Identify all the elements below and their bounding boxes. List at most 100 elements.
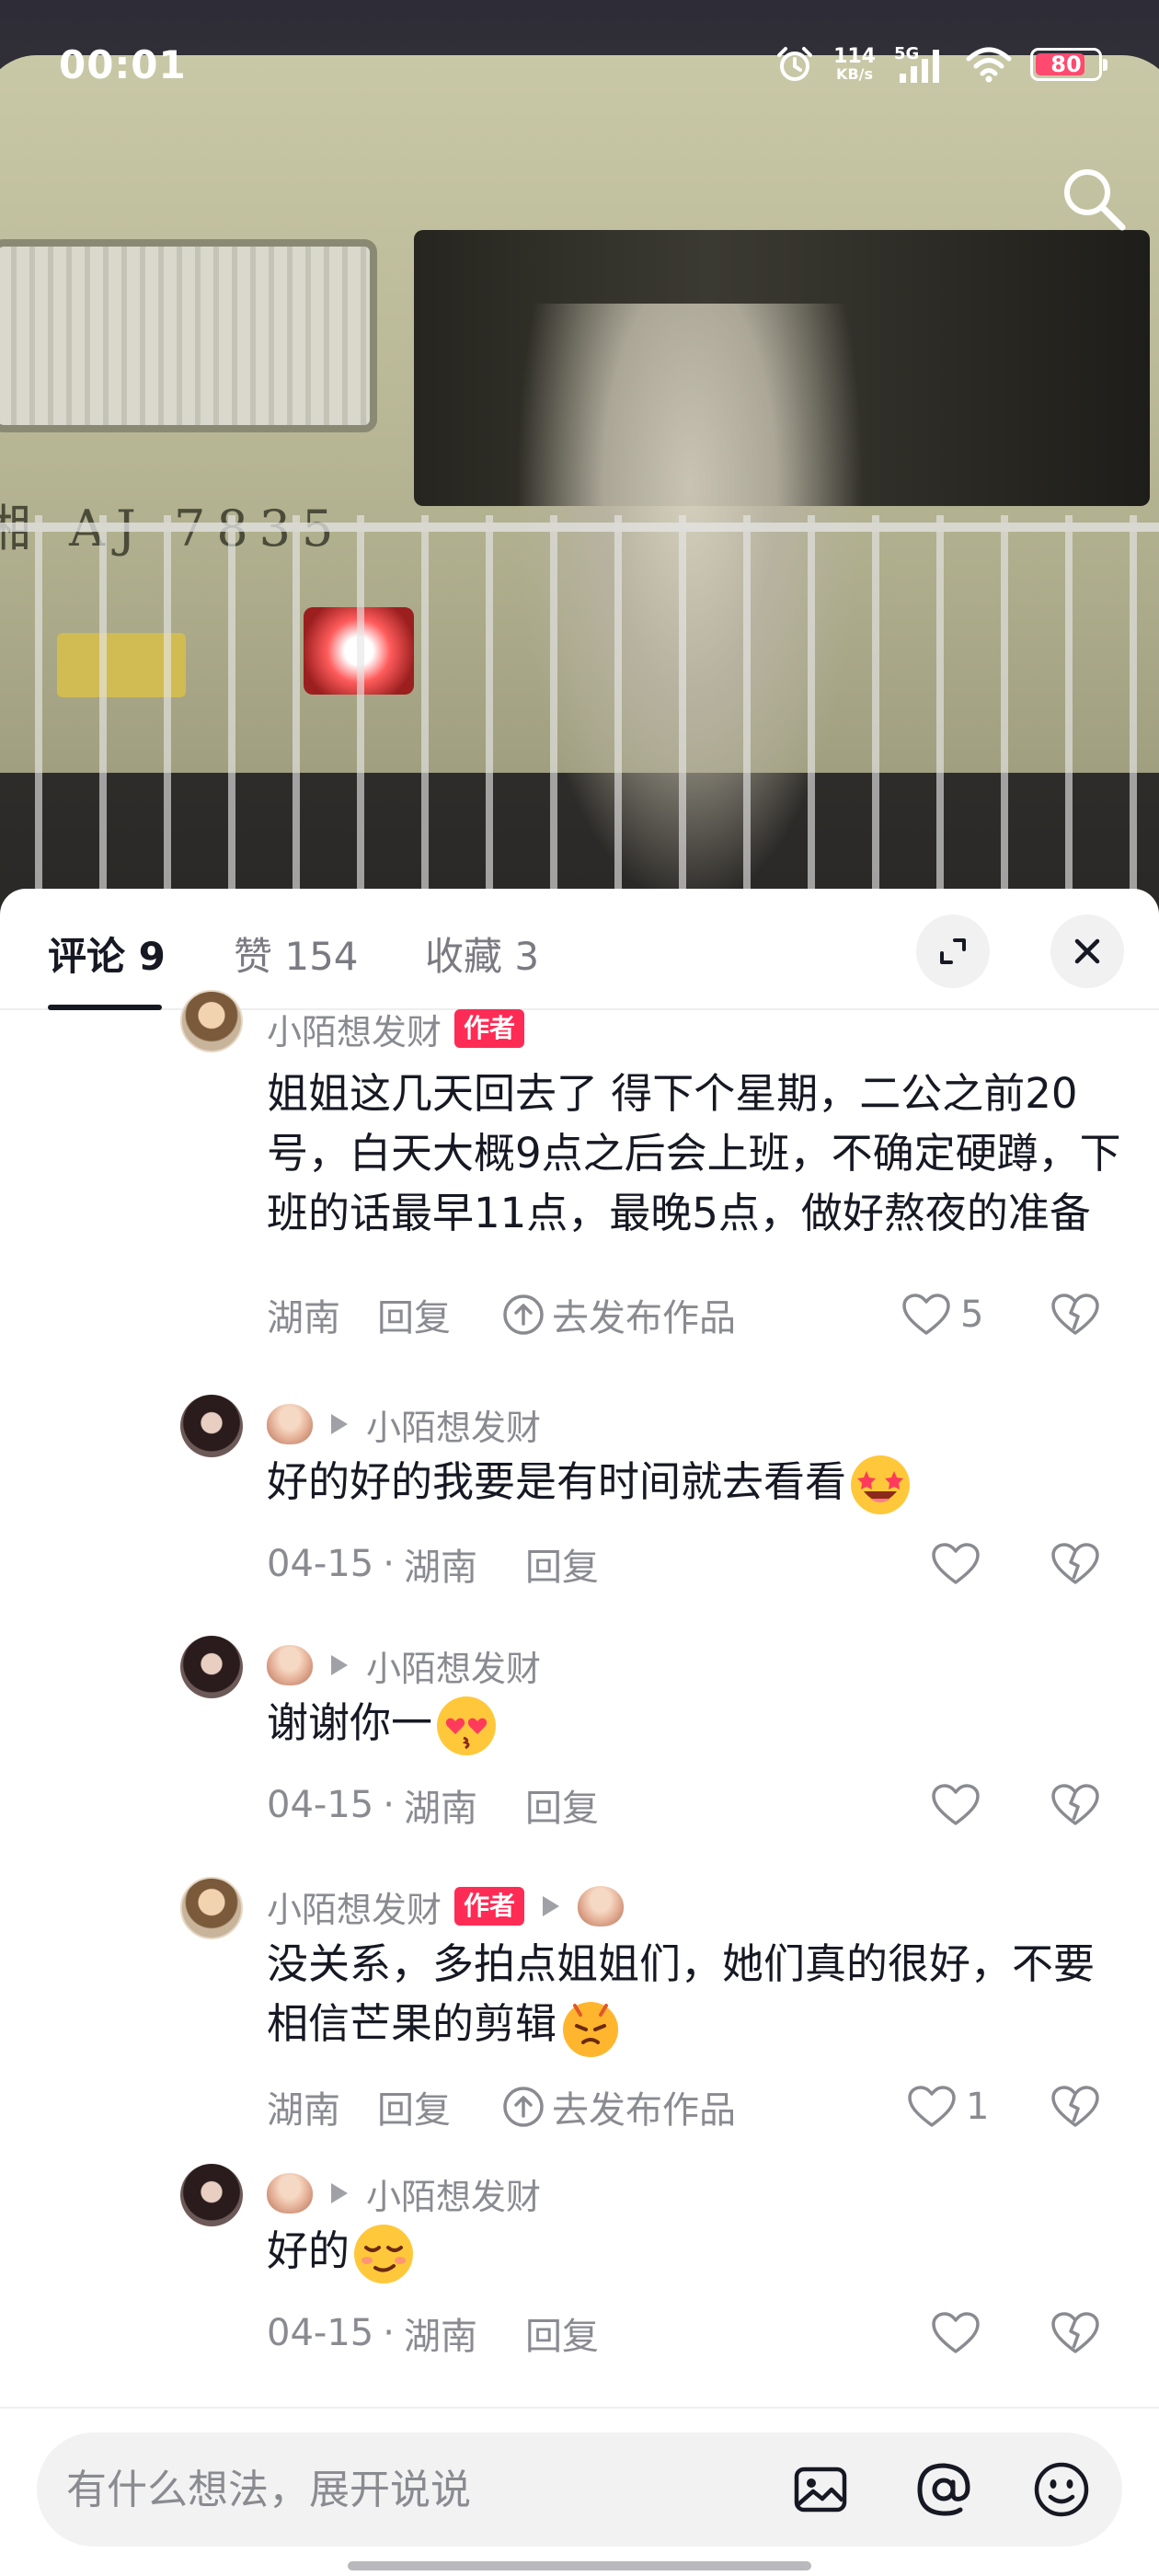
user-avatar-mini[interactable] (267, 1645, 313, 1685)
search-icon[interactable] (1056, 161, 1130, 235)
video-fence (0, 515, 1159, 920)
pouting-emoji (563, 2002, 619, 2057)
status-bar: 00:01 114 KB/s 5G 80 (0, 0, 1159, 129)
reply-button[interactable]: 回复 (525, 1778, 599, 1832)
comment-header: 小陌想发财 (267, 1639, 541, 1691)
close-icon (1074, 938, 1100, 964)
dislike-button[interactable] (1050, 1287, 1100, 1342)
comment-location: 湖南 (403, 1788, 477, 1830)
reply-arrow-icon (331, 1414, 348, 1434)
meta-separator: · (383, 2312, 395, 2354)
emoji-icon[interactable] (1032, 2460, 1091, 2519)
reply-arrow-icon (543, 1896, 560, 1916)
like-count: 5 (960, 1294, 984, 1336)
reply-to-name[interactable]: 小陌想发财 (366, 2168, 541, 2219)
comment-input[interactable] (66, 2432, 784, 2547)
comment-text: 姐姐这几天回去了 得下个星期，二公之前20号，白天大概9点之后会上班，不确定硬蹲… (267, 1069, 1121, 1237)
comment-meta: 04-15 · 湖南 回复 (267, 1536, 599, 1592)
comment-header: 小陌想发财 作者 (267, 1880, 625, 1932)
avatar[interactable] (180, 1395, 243, 1457)
user-avatar-mini[interactable] (267, 1404, 313, 1444)
wifi-icon (966, 47, 1012, 83)
publish-work-label: 去发布作品 (552, 2089, 736, 2132)
comment-header: 小陌想发财 (267, 2168, 541, 2219)
reply-arrow-icon (331, 2183, 348, 2203)
heart-icon (932, 1784, 980, 1825)
tab-favorites[interactable]: 收藏 3 (425, 926, 539, 982)
like-button[interactable]: 5 (901, 1287, 983, 1342)
tab-comments[interactable]: 评论 9 (48, 926, 166, 982)
publish-work-button[interactable]: 去发布作品 (502, 2080, 736, 2133)
heart-icon (932, 1543, 980, 1584)
expand-button[interactable] (916, 914, 990, 988)
comment-author-name[interactable]: 小陌想发财 (267, 1004, 442, 1054)
smirk-emoji (354, 2225, 414, 2283)
comment-location: 湖南 (267, 1297, 340, 1340)
heart-icon (902, 1294, 950, 1335)
battery-level: 80 (1050, 52, 1082, 77)
avatar[interactable] (180, 1636, 243, 1698)
comment-text: 好的 (267, 2221, 1122, 2286)
comment-text: 好的好的我要是有时间就去看看 (267, 1452, 1122, 1517)
comment-meta: 湖南 回复 去发布作品 (267, 1287, 736, 1342)
comment-meta: 04-15 · 湖南 回复 (267, 1777, 599, 1833)
like-button[interactable] (931, 2306, 981, 2361)
mention-icon[interactable] (914, 2460, 973, 2519)
network-speed-value: 114 (833, 45, 876, 68)
like-button[interactable] (931, 1777, 981, 1833)
dislike-button[interactable] (1050, 2306, 1100, 2361)
meta-separator: · (383, 1543, 395, 1585)
publish-work-button[interactable]: 去发布作品 (502, 1288, 736, 1341)
like-button[interactable]: 1 (907, 2079, 989, 2134)
reply-button[interactable]: 回复 (377, 1288, 451, 1341)
author-badge: 作者 (454, 1009, 525, 1048)
reply-to-name[interactable]: 小陌想发财 (366, 1399, 541, 1450)
dislike-button[interactable] (1050, 1777, 1100, 1833)
status-time: 00:01 (59, 41, 187, 87)
avatar[interactable] (180, 990, 243, 1052)
alarm-icon (777, 47, 813, 81)
like-count: 1 (966, 2086, 990, 2128)
comment-date: 04-15 (267, 2312, 374, 2354)
close-button[interactable] (1050, 914, 1124, 988)
video-player[interactable]: 湘 AJ 7835 00:01 114 KB/s 5G (0, 0, 1159, 920)
comment-text-content: 谢谢你一 (267, 1698, 433, 1747)
dislike-button[interactable] (1050, 1536, 1100, 1592)
reply-button[interactable]: 回复 (525, 2306, 599, 2360)
cellular-signal-icon: 5G (894, 44, 947, 85)
comment-meta: 04-15 · 湖南 回复 (267, 2306, 599, 2361)
comment-text-content: 好的好的我要是有时间就去看看 (267, 1457, 847, 1506)
author-badge: 作者 (454, 1887, 525, 1926)
comment-location: 湖南 (403, 2316, 477, 2358)
avatar[interactable] (180, 2164, 243, 2226)
comment-input-container (37, 2432, 1122, 2547)
home-indicator[interactable] (348, 2561, 811, 2570)
tab-likes[interactable]: 赞 154 (234, 926, 359, 982)
image-icon[interactable] (791, 2460, 850, 2519)
comment-text-content: 好的 (267, 2226, 350, 2275)
broken-heart-icon (1051, 1784, 1099, 1825)
reply-button[interactable]: 回复 (377, 2080, 451, 2133)
bus-window (0, 239, 377, 432)
broken-heart-icon (1051, 1294, 1099, 1335)
comment-sheet: 评论 9 赞 154 收藏 3 小陌想发财 作者 姐姐这几天回去了 得下个星期，… (0, 889, 1159, 2576)
user-avatar-mini[interactable] (267, 2173, 313, 2214)
upload-icon (503, 1294, 544, 1335)
expand-icon (940, 938, 966, 964)
dislike-button[interactable] (1050, 2079, 1100, 2134)
comment-text: 没关系，多拍点姐姐们，她们真的很好，不要相信芒果的剪辑 (267, 1934, 1122, 2059)
broken-heart-icon (1051, 2312, 1099, 2353)
upload-icon (503, 2087, 544, 2127)
like-button[interactable] (931, 1536, 981, 1592)
comment-text: 谢谢你一 (267, 1693, 1122, 1758)
comment-date: 04-15 (267, 1543, 374, 1585)
comment-author-name[interactable]: 小陌想发财 (267, 1881, 442, 1932)
avatar[interactable] (180, 1877, 243, 1939)
user-avatar-mini[interactable] (578, 1886, 625, 1926)
reply-button[interactable]: 回复 (525, 1537, 599, 1591)
comment-header: 小陌想发财 (267, 1398, 541, 1450)
comment-header: 小陌想发财 作者 (267, 1003, 525, 1054)
active-tab-indicator (48, 1005, 162, 1010)
reply-to-name[interactable]: 小陌想发财 (366, 1640, 541, 1691)
status-icons: 114 KB/s 5G 80 (775, 44, 1107, 85)
